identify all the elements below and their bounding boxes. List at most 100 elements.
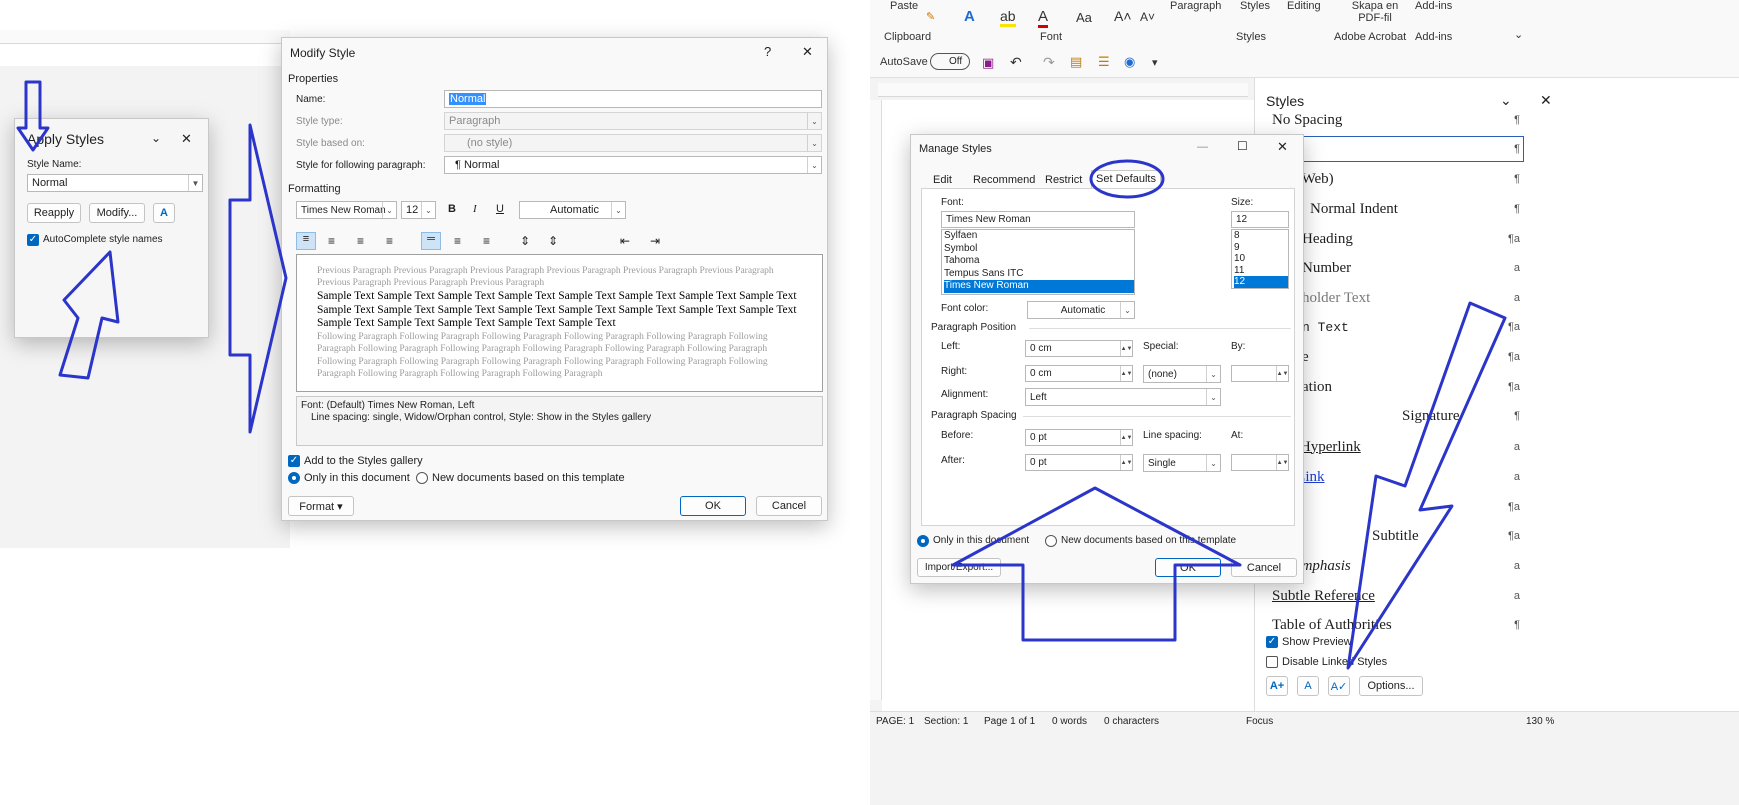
style-list-item[interactable]: Heading ¶a [1272, 225, 1530, 253]
new-doc-icon[interactable]: ▤ [1070, 54, 1082, 70]
right-indent-input[interactable]: 0 cm ▲▼ [1025, 365, 1133, 382]
before-input[interactable]: 0 pt ▲▼ [1025, 429, 1133, 446]
font-list[interactable]: Sylfaen Symbol Tahoma Tempus Sans ITC Times … [941, 229, 1135, 295]
save-icon[interactable]: ▣ [982, 55, 994, 71]
style-name-input[interactable]: Normal ▼ [27, 174, 203, 192]
font-color-icon[interactable]: A [1038, 8, 1049, 28]
special-select[interactable]: (none) ⌄ [1143, 365, 1221, 383]
spinner-icon[interactable]: ▲▼ [1120, 455, 1132, 470]
style-list-item[interactable]: n Text ¶a [1272, 313, 1530, 341]
new-docs-radio[interactable] [1045, 535, 1057, 547]
style-list-item[interactable]: ation ¶a [1272, 373, 1530, 401]
size-list-item[interactable]: 12 [1234, 276, 1288, 288]
new-style-icon[interactable]: A+ [1266, 676, 1288, 696]
tab-recommend[interactable]: Recommend [973, 174, 1035, 186]
disable-linked-checkbox[interactable] [1266, 656, 1278, 668]
chevron-down-icon[interactable]: ⌄ [382, 202, 396, 218]
at-input[interactable]: ▲▼ [1231, 454, 1289, 471]
paste-button[interactable]: Paste [890, 0, 918, 12]
chevron-down-icon[interactable]: ⌄ [611, 202, 625, 218]
size-list-item[interactable]: 11 [1234, 265, 1288, 277]
style-list-item[interactable]: Table of Authorities ¶ [1272, 611, 1530, 639]
bold-button[interactable]: B [448, 203, 456, 215]
tab-edit[interactable]: Edit [933, 174, 952, 186]
decrease-spacing-icon[interactable]: ⇕ [548, 234, 558, 248]
show-preview-checkbox[interactable]: ✓ [1266, 636, 1278, 648]
chevron-down-icon[interactable]: ⌄ [1206, 366, 1220, 382]
chevron-down-icon[interactable]: ⌄ [1206, 455, 1220, 471]
underline-button[interactable]: U [496, 203, 504, 215]
size-select[interactable]: 12 ⌄ [401, 201, 436, 219]
chevron-down-icon[interactable]: ⌄ [1206, 389, 1220, 405]
minimize-icon[interactable]: — [1197, 141, 1208, 153]
cancel-button[interactable]: Cancel [756, 496, 822, 516]
tab-restrict[interactable]: Restrict [1045, 174, 1082, 186]
manage-styles-icon[interactable]: A✓ [1328, 676, 1350, 696]
style-inspector-icon[interactable]: A [1297, 676, 1319, 696]
chevron-down-icon[interactable]: ⌄ [1120, 302, 1134, 318]
style-list-item[interactable]: g¶a [1272, 493, 1530, 521]
customize-toolbar-icon[interactable]: ▾ [1152, 56, 1158, 69]
line-spacing-select[interactable]: Single ⌄ [1143, 454, 1221, 472]
left-indent-input[interactable]: 0 cm ▲▼ [1025, 340, 1133, 357]
increase-indent-icon[interactable]: ⇥ [650, 234, 660, 248]
only-doc-radio[interactable] [917, 535, 929, 547]
font-list-item[interactable]: Sylfaen [944, 230, 1134, 243]
justify-icon[interactable]: ≡ [386, 234, 393, 248]
style-list-item[interactable]: No Spacing ¶ [1272, 106, 1530, 134]
format-button[interactable]: Format ▾ [288, 496, 354, 516]
size-list[interactable]: 8 9 10 11 12 [1231, 229, 1289, 289]
add-gallery-checkbox[interactable]: ✓ [288, 455, 300, 467]
alignment-select[interactable]: Left ⌄ [1025, 388, 1221, 406]
spinner-icon[interactable]: ▲▼ [1120, 430, 1132, 445]
align-center-icon[interactable]: ≡ [328, 234, 335, 248]
close-icon[interactable]: ✕ [802, 44, 813, 60]
style-list-item[interactable]: t Hyperlink a [1272, 433, 1530, 461]
create-pdf-button[interactable]: Skapa en PDF-fil [1345, 0, 1405, 24]
autocomplete-checkbox[interactable]: ✓ [27, 234, 39, 246]
chevron-down-icon[interactable]: ⌄ [807, 157, 821, 173]
name-input[interactable]: Normal [444, 90, 822, 108]
close-icon[interactable]: ✕ [181, 131, 192, 147]
style-list-item[interactable]: Signature ¶ [1272, 402, 1530, 430]
style-list-item[interactable]: al (Web) ¶ [1272, 165, 1530, 193]
autosave-toggle[interactable]: Off [930, 53, 970, 70]
tab-set-defaults[interactable]: Set Defaults [1091, 170, 1161, 188]
styles-button[interactable]: Styles [1240, 0, 1270, 12]
addins-button[interactable]: Add-ins [1415, 0, 1452, 12]
spinner-icon[interactable]: ▲▼ [1120, 366, 1132, 381]
spinner-icon[interactable]: ▲▼ [1276, 455, 1288, 470]
grow-font-icon[interactable]: A˄ [1114, 8, 1132, 24]
font-select[interactable]: Times New Roman ⌄ [296, 201, 397, 219]
chevron-down-icon[interactable]: ⌄ [151, 131, 161, 145]
font-color-select[interactable]: Automatic ⌄ [1027, 301, 1135, 319]
modify-button[interactable]: Modify... [89, 203, 145, 223]
editing-button[interactable]: Editing [1287, 0, 1321, 12]
size-list-item[interactable]: 10 [1234, 253, 1288, 265]
close-icon[interactable]: ✕ [1277, 139, 1288, 155]
based-on-select[interactable]: (no style) ⌄ [444, 134, 822, 152]
status-focus[interactable]: Focus [1246, 716, 1273, 727]
style-list-item[interactable]: tLink a [1272, 463, 1530, 491]
font-color-select[interactable]: Automatic ⌄ [519, 201, 626, 219]
style-list-item[interactable]: Normal Indent ¶ [1272, 195, 1530, 223]
chevron-down-icon[interactable]: ▼ [188, 175, 202, 191]
increase-spacing-icon[interactable]: ⇕ [520, 234, 530, 248]
undo-icon[interactable]: ↶ [1010, 54, 1022, 71]
only-doc-radio[interactable] [288, 472, 300, 484]
after-input[interactable]: 0 pt ▲▼ [1025, 454, 1133, 471]
shrink-font-icon[interactable]: A˅ [1140, 10, 1155, 24]
size-list-item[interactable]: 8 [1234, 230, 1288, 242]
style-list-item[interactable]: al¶ [1272, 135, 1530, 163]
web-icon[interactable]: ◉ [1124, 54, 1135, 70]
close-icon[interactable]: ✕ [1540, 92, 1552, 109]
highlight-icon[interactable]: ab [1000, 8, 1016, 27]
style-list-item[interactable]: Subtitle ¶a [1272, 522, 1530, 550]
size-input[interactable]: 12 [1231, 211, 1289, 228]
font-input[interactable]: Times New Roman [941, 211, 1135, 228]
spinner-icon[interactable]: ▲▼ [1276, 366, 1288, 381]
help-icon[interactable]: ? [764, 44, 771, 59]
spinner-icon[interactable]: ▲▼ [1120, 341, 1132, 356]
italic-button[interactable]: I [473, 203, 477, 215]
align-right-icon[interactable]: ≡ [357, 234, 364, 248]
